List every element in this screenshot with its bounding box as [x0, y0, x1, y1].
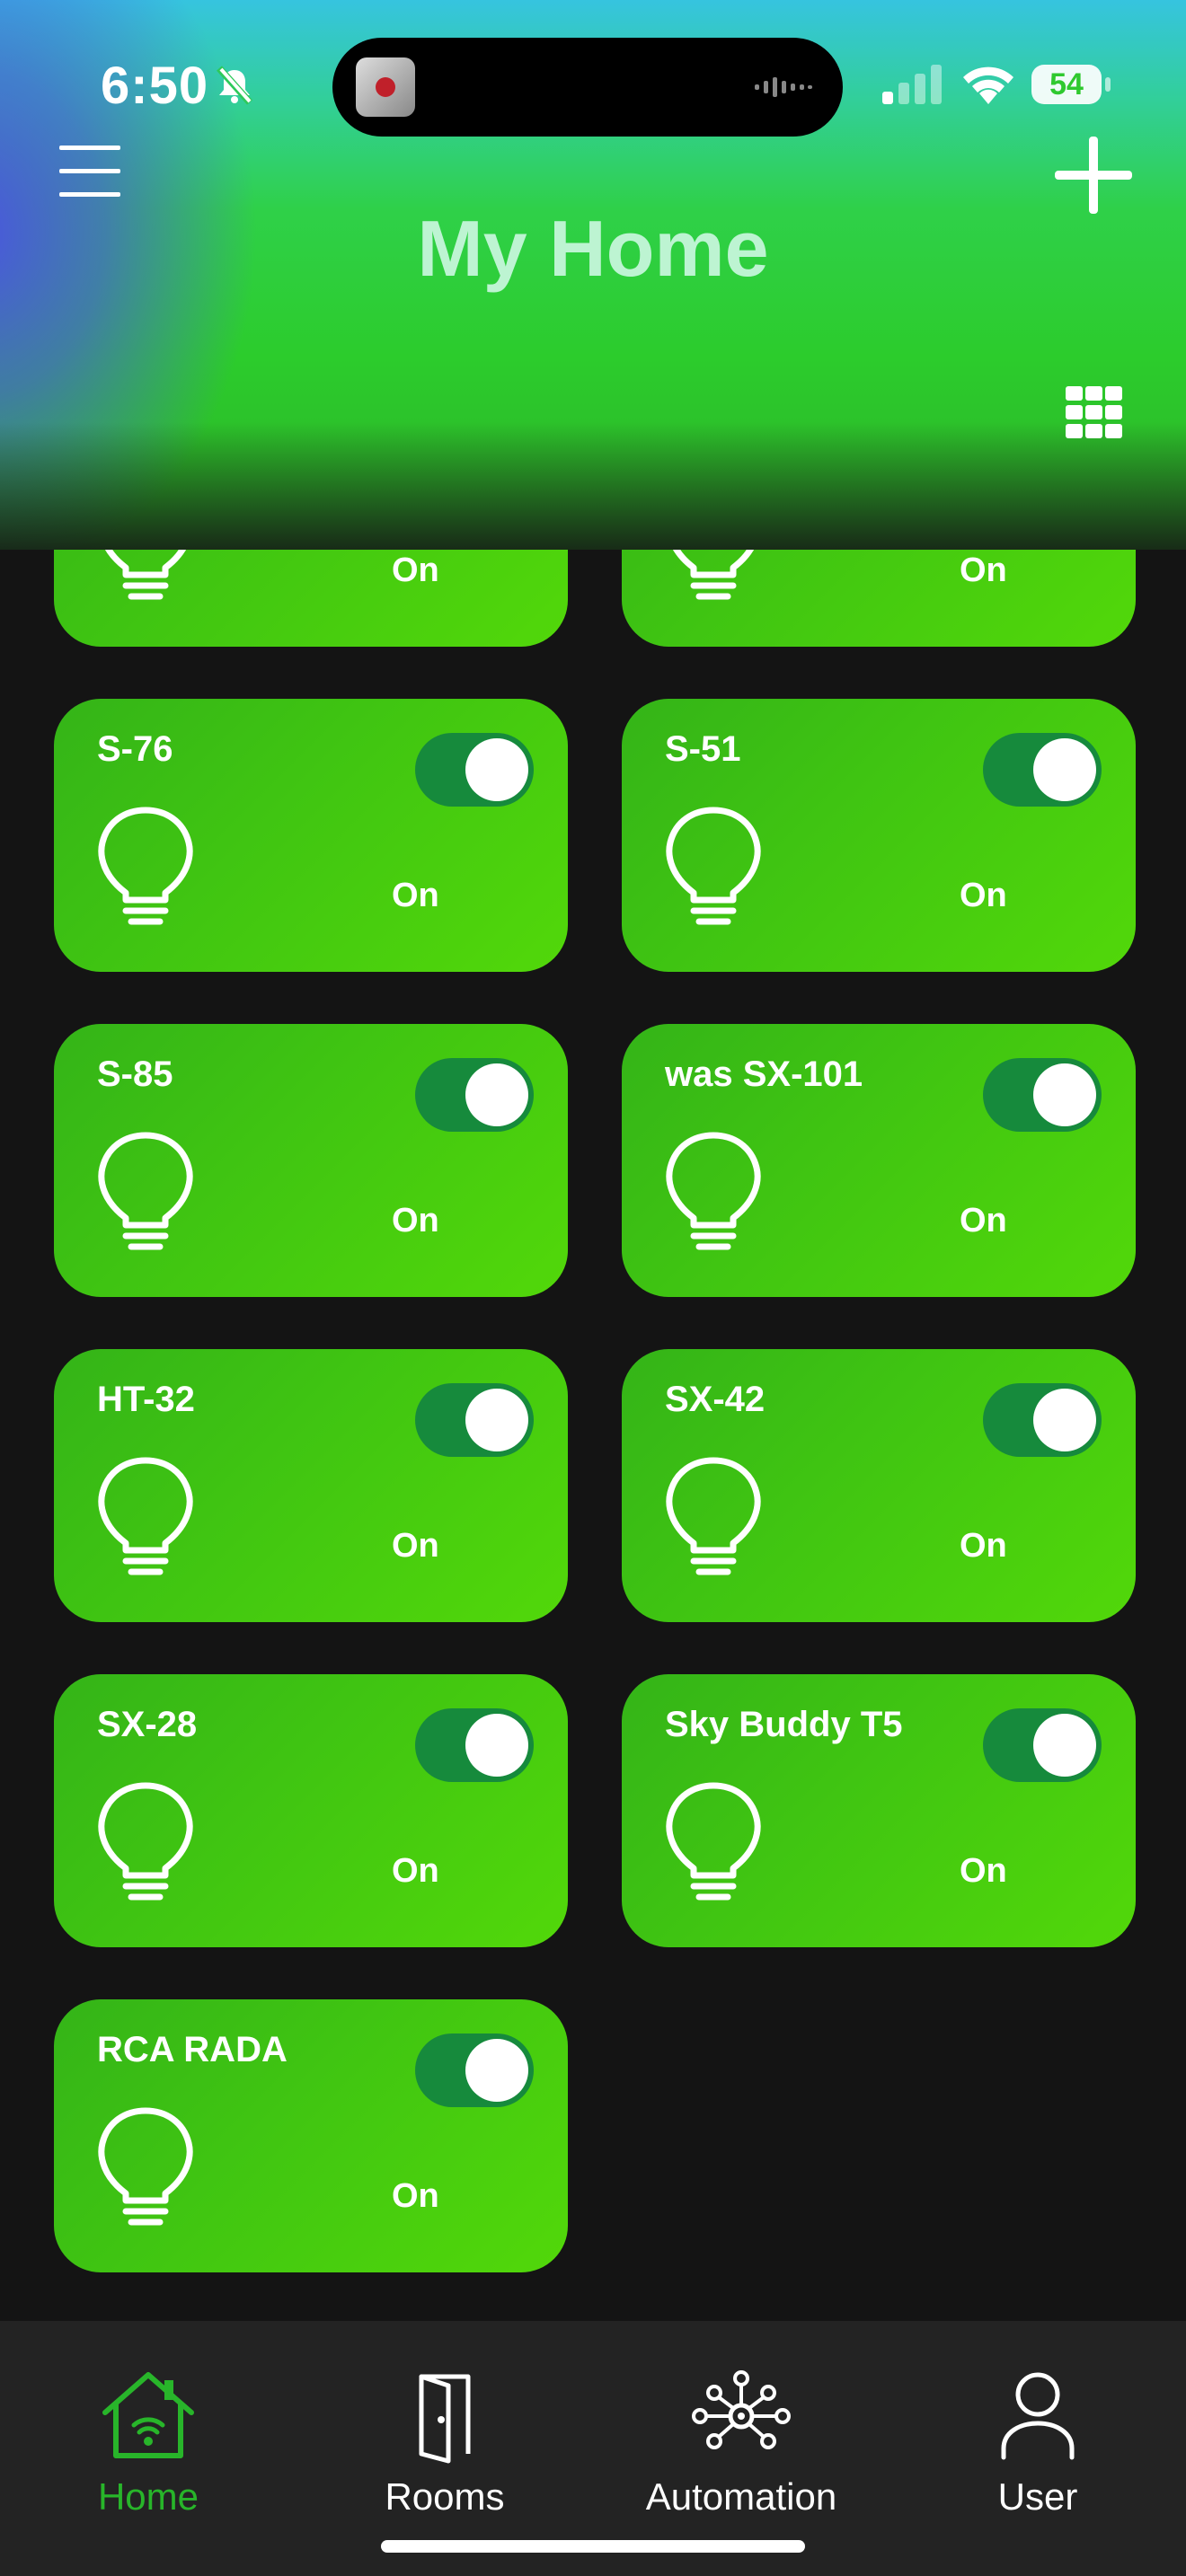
device-status: On — [960, 1527, 1007, 1565]
battery-nub — [1105, 77, 1111, 92]
device-status: On — [960, 1202, 1007, 1239]
device-toggle[interactable] — [983, 733, 1102, 807]
nav-rooms[interactable]: Rooms — [296, 2321, 593, 2518]
bell-muted-icon — [217, 66, 252, 105]
audio-wave-icon — [755, 77, 812, 97]
device-card[interactable]: SX-28 On — [54, 1674, 568, 1947]
device-status: On — [960, 551, 1007, 589]
device-status: On — [392, 877, 439, 914]
device-status: On — [960, 877, 1007, 914]
device-card[interactable]: SX-42 On — [622, 1349, 1136, 1622]
menu-button[interactable] — [56, 142, 124, 201]
light-bulb-icon — [98, 807, 193, 925]
automation-icon — [692, 2370, 791, 2449]
device-card[interactable]: was SX-101 On — [622, 1024, 1136, 1297]
device-toggle[interactable] — [983, 1058, 1102, 1132]
light-bulb-icon — [666, 807, 761, 925]
device-card[interactable]: S-85 On — [54, 1024, 568, 1297]
app-header: 6:50 54 My Home — [0, 0, 1186, 550]
light-bulb-icon — [666, 1132, 761, 1250]
device-status: On — [960, 1852, 1007, 1890]
user-icon — [1001, 2372, 1075, 2460]
light-bulb-icon — [98, 1132, 193, 1250]
device-name: HT-32 — [97, 1380, 195, 1419]
door-icon — [419, 2374, 471, 2464]
device-toggle[interactable] — [415, 2033, 534, 2107]
nav-automation[interactable]: Automation — [593, 2321, 890, 2518]
device-status: On — [392, 1852, 439, 1890]
device-toggle[interactable] — [415, 1058, 534, 1132]
light-bulb-icon — [98, 1457, 193, 1575]
home-icon — [102, 2372, 194, 2458]
device-toggle[interactable] — [415, 733, 534, 807]
light-bulb-icon — [98, 1782, 193, 1901]
bottom-nav: Home Rooms Automation User — [0, 2321, 1186, 2576]
device-card[interactable]: Sky Buddy T5 On — [622, 1674, 1136, 1947]
device-name: S-76 — [97, 729, 173, 769]
device-card[interactable]: S-76 On — [54, 699, 568, 972]
device-toggle[interactable] — [415, 1383, 534, 1457]
grid-view-icon[interactable] — [1066, 386, 1123, 438]
nav-label: User — [997, 2475, 1078, 2518]
device-status: On — [392, 2177, 439, 2215]
device-status: On — [392, 551, 439, 589]
toggle-knob — [465, 1389, 528, 1451]
device-name: S-51 — [665, 729, 741, 769]
device-name: S-85 — [97, 1054, 173, 1094]
page-title: My Home — [417, 204, 769, 293]
device-card[interactable]: RCA RADA On — [54, 1999, 568, 2272]
device-name: SX-28 — [97, 1705, 198, 1744]
device-name: Sky Buddy T5 — [665, 1705, 903, 1744]
device-card[interactable]: HT-32 On — [54, 1349, 568, 1622]
device-name: was SX-101 — [665, 1054, 863, 1094]
device-status: On — [392, 1527, 439, 1565]
home-indicator — [381, 2540, 805, 2553]
dynamic-island[interactable] — [332, 38, 843, 137]
now-playing-thumbnail — [356, 57, 415, 117]
device-toggle[interactable] — [415, 1708, 534, 1782]
nav-label: Rooms — [385, 2475, 505, 2518]
nav-label: Automation — [645, 2475, 837, 2518]
light-bulb-icon — [98, 2107, 193, 2226]
toggle-knob — [465, 738, 528, 801]
toggle-knob — [1033, 1063, 1096, 1126]
device-name: SX-42 — [665, 1380, 766, 1419]
toggle-knob — [465, 2039, 528, 2102]
status-time: 6:50 — [101, 57, 209, 115]
status-bar: 6:50 54 — [0, 0, 1186, 171]
light-bulb-icon — [666, 1782, 761, 1901]
nav-home[interactable]: Home — [0, 2321, 296, 2518]
cellular-signal-icon — [882, 65, 942, 104]
device-toggle[interactable] — [983, 1708, 1102, 1782]
device-card[interactable]: S-51 On — [622, 699, 1136, 972]
toggle-knob — [465, 1063, 528, 1126]
toggle-knob — [1033, 738, 1096, 801]
device-status: On — [392, 1202, 439, 1239]
nav-user[interactable]: User — [890, 2321, 1186, 2518]
light-bulb-icon — [666, 1457, 761, 1575]
battery-indicator: 54 — [1031, 65, 1102, 104]
device-toggle[interactable] — [983, 1383, 1102, 1457]
toggle-knob — [465, 1714, 528, 1777]
device-name: RCA RADA — [97, 2030, 288, 2069]
wifi-icon — [963, 66, 1013, 104]
toggle-knob — [1033, 1714, 1096, 1777]
toggle-knob — [1033, 1389, 1096, 1451]
nav-label: Home — [97, 2475, 199, 2518]
